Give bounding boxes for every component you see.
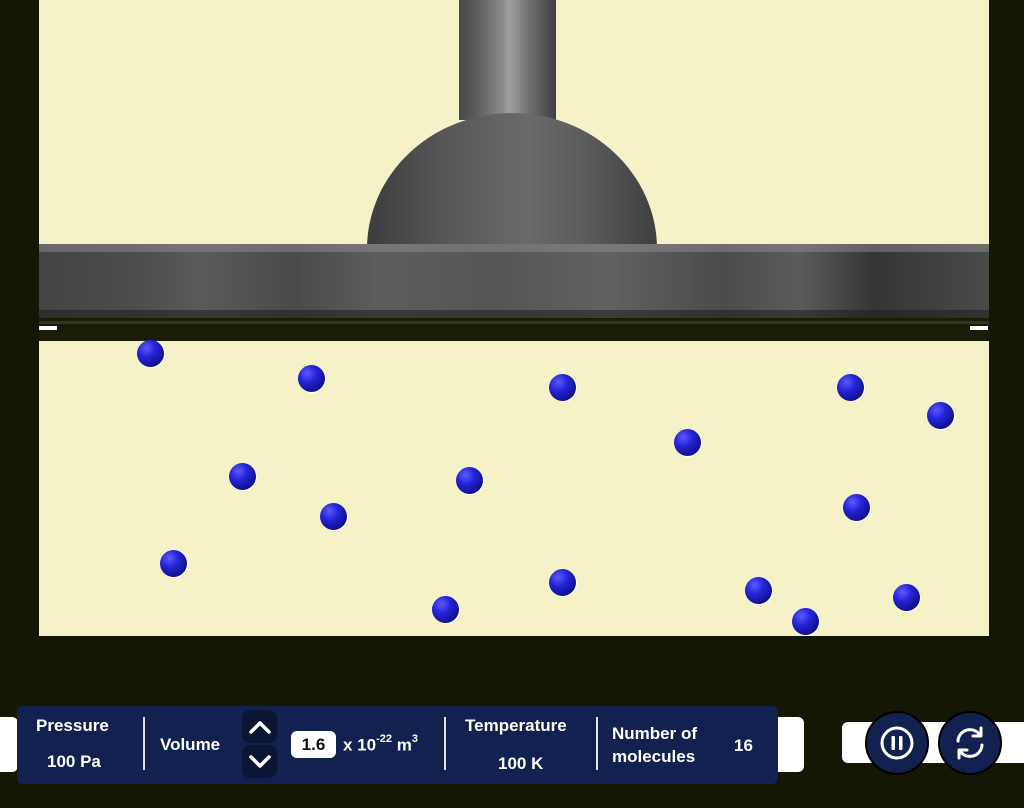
gas-molecule — [927, 402, 954, 429]
pressure-label: Pressure — [36, 716, 109, 735]
volume-unit-prefix: x 10 — [343, 735, 377, 755]
divider — [444, 717, 446, 770]
gas-molecule — [456, 467, 483, 494]
volume-unit-symbol: m — [392, 735, 412, 755]
molecules-label-line2: molecules — [612, 747, 696, 766]
piston-level-marker-right — [970, 326, 988, 330]
gas-molecule — [893, 584, 920, 611]
reset-icon — [956, 726, 984, 760]
gas-molecule — [843, 494, 870, 521]
pressure-value: 100 Pa — [47, 752, 101, 771]
piston-plate — [39, 244, 989, 318]
piston-level-marker-left — [39, 326, 57, 330]
piston-rod — [459, 0, 556, 120]
piston-seal — [39, 318, 989, 341]
gas-molecule — [320, 503, 347, 530]
volume-unit-exponent: -22 — [376, 733, 392, 745]
volume-unit-power: 3 — [411, 733, 418, 745]
volume-decrease-button[interactable] — [242, 745, 277, 778]
panel-tab-left — [0, 717, 18, 772]
pause-icon — [880, 726, 914, 760]
gas-molecule — [432, 596, 459, 623]
gas-molecule — [792, 608, 819, 635]
temperature-label: Temperature — [465, 716, 567, 735]
chevron-down-icon — [248, 754, 271, 768]
molecules-label-line1: Number of — [612, 724, 697, 743]
gas-molecule — [837, 374, 864, 401]
chevron-up-icon — [248, 720, 271, 734]
gas-molecule — [745, 577, 772, 604]
gas-molecule — [137, 340, 164, 367]
gas-molecule — [160, 550, 187, 577]
volume-unit: x 10-22 m3 — [343, 733, 418, 756]
temperature-value: 100 K — [498, 754, 544, 773]
gas-molecule — [549, 374, 576, 401]
volume-value: 1.6 — [291, 731, 336, 758]
divider — [596, 717, 598, 770]
reset-button[interactable] — [938, 711, 1002, 775]
pause-button[interactable] — [865, 711, 929, 775]
molecules-value: 16 — [734, 736, 753, 755]
volume-label: Volume — [160, 735, 221, 754]
gas-molecule — [298, 365, 325, 392]
divider — [143, 717, 145, 770]
gas-molecule — [674, 429, 701, 456]
volume-increase-button[interactable] — [242, 710, 277, 743]
gas-molecule — [549, 569, 576, 596]
gas-molecule — [229, 463, 256, 490]
